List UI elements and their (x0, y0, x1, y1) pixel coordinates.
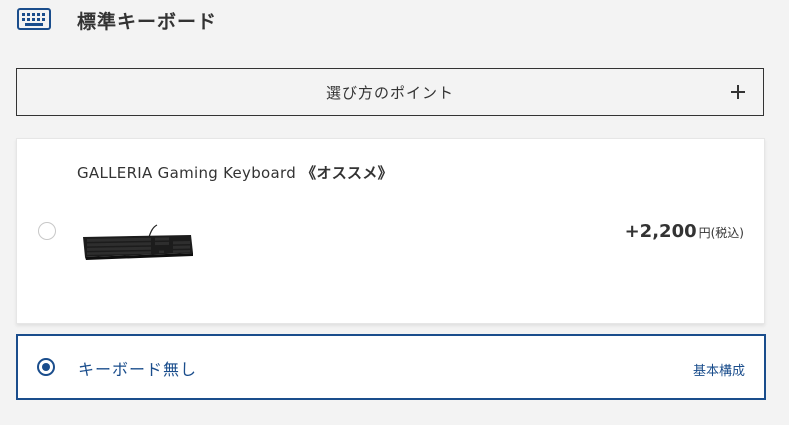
option-radio-no-keyboard[interactable] (37, 358, 55, 376)
option-galleria-keyboard[interactable]: GALLERIA Gaming Keyboard 《オススメ》 +2,200 円… (16, 138, 765, 324)
keyboard-icon (17, 8, 51, 30)
keyboard-product-image (83, 224, 193, 260)
product-name-text: GALLERIA Gaming Keyboard (77, 164, 297, 182)
price-unit: 円(税込) (698, 226, 744, 240)
option-radio-galleria[interactable] (38, 222, 56, 240)
selection-points-label: 選び方のポイント (325, 83, 454, 102)
section-title: 標準キーボード (77, 10, 218, 33)
price-value: +2,200 (624, 221, 697, 242)
price: +2,200 円(税込) (625, 221, 744, 242)
recommended-tag: 《オススメ》 (301, 164, 393, 182)
plus-icon[interactable] (731, 85, 745, 99)
section-header: 標準キーボード (17, 0, 217, 40)
basic-config-label: 基本構成 (692, 364, 745, 379)
option-label-no-keyboard: キーボード無し (78, 360, 198, 379)
option-no-keyboard[interactable]: キーボード無し 基本構成 (16, 334, 766, 400)
selection-points-toggle[interactable]: 選び方のポイント (16, 68, 764, 116)
product-name: GALLERIA Gaming Keyboard 《オススメ》 (77, 162, 393, 183)
